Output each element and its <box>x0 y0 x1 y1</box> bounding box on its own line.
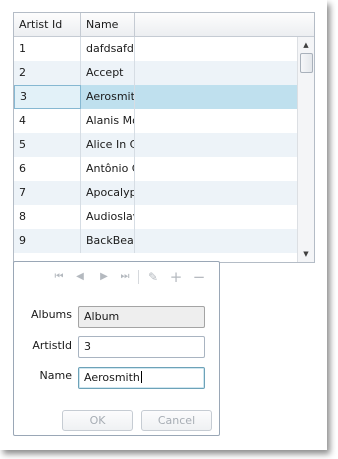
table-row[interactable]: 5 Alice In Chains <box>14 133 298 157</box>
table-row[interactable]: 2 Accept <box>14 61 298 85</box>
name-field[interactable]: Aerosmith <box>78 367 205 389</box>
cell-artist-id[interactable]: 3 <box>14 85 81 109</box>
artistid-label: ArtistId <box>32 339 72 352</box>
vertical-scrollbar[interactable]: ▲ ▼ <box>297 37 314 262</box>
column-header-name[interactable]: Name <box>81 13 135 36</box>
grid-header: Artist Id Name <box>14 13 314 37</box>
table-row[interactable]: 6 Antônio Carlos Jobim <box>14 157 298 181</box>
cell-artist-id[interactable]: 4 <box>14 109 81 133</box>
first-record-icon[interactable]: ⏮ <box>50 268 68 286</box>
cell-name[interactable]: Antônio Carlos Jobim <box>81 157 135 181</box>
name-field-text: Aerosmith <box>84 371 140 384</box>
albums-field[interactable]: Album <box>78 306 205 328</box>
previous-record-icon[interactable]: ◀ <box>71 268 89 286</box>
column-header-artist-id[interactable]: Artist Id <box>14 13 81 36</box>
scroll-up-icon[interactable]: ▲ <box>298 38 314 52</box>
text-caret <box>140 371 142 383</box>
artists-data-grid[interactable]: Artist Id Name 1 dafdsafdsa 2 Accept 3 A… <box>13 12 315 263</box>
cell-name[interactable]: Audioslave <box>81 205 135 229</box>
albums-label: Albums <box>31 308 72 321</box>
scroll-down-icon[interactable]: ▼ <box>298 247 314 261</box>
delete-icon[interactable]: − <box>190 268 208 286</box>
last-record-icon[interactable]: ⏭ <box>116 268 134 286</box>
cell-name[interactable]: Alice In Chains <box>81 133 135 157</box>
cell-artist-id[interactable]: 5 <box>14 133 81 157</box>
ok-button[interactable]: OK <box>62 410 133 431</box>
cell-artist-id[interactable]: 7 <box>14 181 81 205</box>
table-row[interactable]: 9 BackBeat <box>14 229 298 253</box>
add-icon[interactable]: + <box>167 268 185 286</box>
table-row[interactable]: 4 Alanis Morissette <box>14 109 298 133</box>
cell-artist-id[interactable]: 1 <box>14 37 81 61</box>
table-row[interactable]: 7 Apocalyptica <box>14 181 298 205</box>
cell-name[interactable]: Accept <box>81 61 135 85</box>
cell-artist-id[interactable]: 2 <box>14 61 81 85</box>
cell-artist-id[interactable]: 9 <box>14 229 81 253</box>
name-label: Name <box>39 369 72 382</box>
scrollbar-thumb[interactable] <box>300 53 313 73</box>
artistid-field[interactable]: 3 <box>78 336 205 358</box>
toolbar-separator <box>138 270 139 284</box>
cell-name[interactable]: dafdsafdsa <box>81 37 135 61</box>
cell-artist-id[interactable]: 6 <box>14 157 81 181</box>
artist-data-form: ⏮ ◀ ▶ ⏭ ✎ + − Albums Album ArtistId 3 Na… <box>13 261 220 436</box>
table-row[interactable]: 1 dafdsafdsa <box>14 37 298 61</box>
grid-rows: 1 dafdsafdsa 2 Accept 3 Aerosmith 4 Alan… <box>14 37 298 262</box>
application-window: Artist Id Name 1 dafdsafdsa 2 Accept 3 A… <box>0 0 327 450</box>
cell-name[interactable]: Apocalyptica <box>81 181 135 205</box>
cell-artist-id[interactable]: 8 <box>14 205 81 229</box>
cell-name[interactable]: Aerosmith <box>81 85 135 109</box>
edit-icon[interactable]: ✎ <box>144 268 162 286</box>
cancel-button[interactable]: Cancel <box>141 410 212 431</box>
table-row-selected[interactable]: 3 Aerosmith <box>14 85 298 109</box>
cell-name[interactable]: BackBeat <box>81 229 135 253</box>
next-record-icon[interactable]: ▶ <box>95 268 113 286</box>
table-row[interactable]: 8 Audioslave <box>14 205 298 229</box>
cell-name[interactable]: Alanis Morissette <box>81 109 135 133</box>
